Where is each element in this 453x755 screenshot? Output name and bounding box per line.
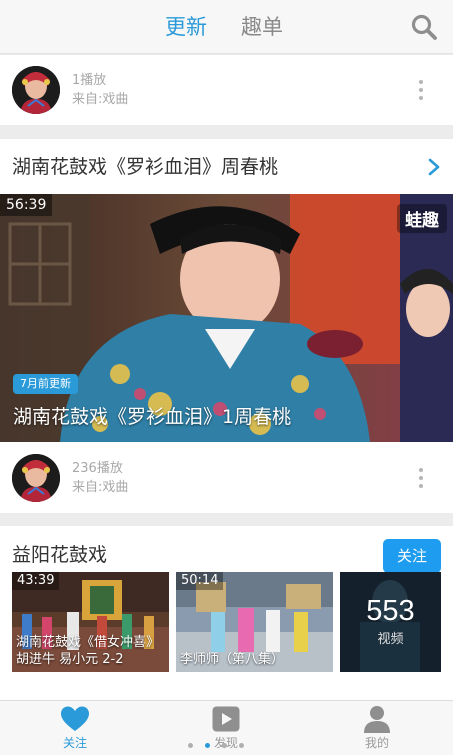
nav-profile[interactable]: 我的 — [337, 705, 417, 751]
post-title[interactable]: 湖南花鼓戏《罗衫血泪》周春桃 — [12, 154, 278, 180]
playlist-video-thumb[interactable]: 43:39 湖南花鼓戏《借女冲喜》胡进牛 易小元 2-2 — [12, 572, 169, 672]
more-options-button[interactable] — [411, 75, 431, 105]
user-icon — [364, 706, 390, 733]
playlist-card: 益阳花鼓戏 关注 43:39 湖南花鼓戏《借女冲喜》胡进牛 易小元 2-2 50… — [0, 526, 453, 700]
nav-label: 关注 — [62, 736, 87, 750]
avatar[interactable] — [12, 454, 60, 502]
play-count: 236播放 — [72, 461, 123, 476]
playlist-more-videos[interactable]: 553 视频 — [340, 572, 441, 672]
thumb-title: 李师师（第八集） — [180, 652, 285, 667]
playlist-title[interactable]: 益阳花鼓戏 — [12, 542, 107, 568]
top-bar: 更新 趣单 — [0, 0, 453, 54]
search-button[interactable] — [409, 12, 439, 42]
more-icon — [419, 468, 423, 472]
heart-icon — [61, 706, 89, 731]
bottom-nav: 关注 发现 我的 — [0, 700, 453, 755]
thumb-duration: 50:14 — [176, 572, 224, 590]
source-label: 来自:戏曲 — [72, 92, 129, 107]
nav-follow[interactable]: 关注 — [35, 705, 115, 751]
watermark-logo: 蛙趣 — [397, 204, 447, 233]
play-icon — [212, 706, 240, 732]
video-player[interactable]: 56:39 蛙趣 7月前更新 湖南花鼓戏《罗衫血泪》1周春桃 — [0, 194, 453, 442]
thumb-duration: 43:39 — [12, 572, 60, 590]
video-title: 湖南花鼓戏《罗衫血泪》1周春桃 — [13, 406, 292, 428]
video-duration: 56:39 — [0, 194, 53, 216]
feed-card: 湖南花鼓戏《罗衫血泪》周春桃 56:39 蛙趣 7月前更新 湖南花鼓戏《罗衫血泪… — [0, 139, 453, 513]
video-count-label: 视频 — [377, 632, 404, 647]
feed-card: 1播放 来自:戏曲 — [0, 55, 453, 125]
updated-badge: 7月前更新 — [13, 374, 78, 394]
video-count: 553 — [366, 595, 415, 627]
follow-button[interactable]: 关注 — [383, 539, 441, 573]
tab-playlists[interactable]: 趣单 — [241, 12, 283, 42]
playlist-video-thumb[interactable]: 50:14 李师师（第八集） — [176, 572, 333, 672]
page-indicator — [188, 743, 244, 748]
avatar[interactable] — [12, 66, 60, 114]
thumb-title: 湖南花鼓戏《借女冲喜》胡进牛 易小元 2-2 — [16, 635, 160, 667]
more-options-button[interactable] — [411, 463, 431, 493]
chevron-right-icon[interactable] — [427, 157, 441, 177]
source-label: 来自:戏曲 — [72, 480, 129, 495]
search-icon — [411, 14, 437, 40]
tab-updates[interactable]: 更新 — [165, 12, 207, 42]
more-icon — [419, 80, 423, 84]
nav-label: 我的 — [364, 736, 389, 750]
play-count: 1播放 — [72, 73, 107, 88]
